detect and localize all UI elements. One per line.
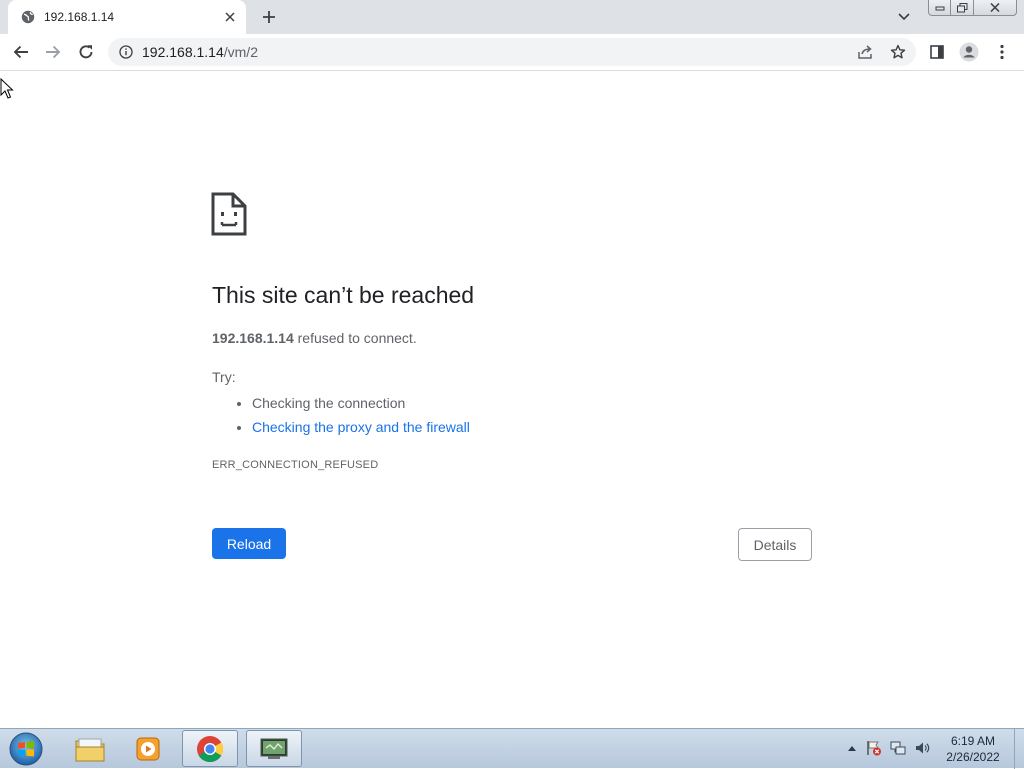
reload-icon[interactable] — [75, 41, 97, 63]
restore-icon[interactable] — [951, 0, 974, 16]
page-content: This site can’t be reached 192.168.1.14 … — [0, 71, 1024, 728]
volume-icon[interactable] — [914, 740, 930, 756]
profile-avatar-icon[interactable] — [958, 41, 980, 63]
error-heading: This site can’t be reached — [212, 282, 475, 308]
url-text: 192.168.1.14/vm/2 — [142, 44, 258, 60]
reload-button[interactable]: Reload — [212, 528, 286, 559]
tab-title: 192.168.1.14 — [44, 10, 115, 24]
close-window-icon[interactable] — [974, 0, 1017, 16]
try-label: Try: — [212, 369, 236, 385]
error-code: ERR_CONNECTION_REFUSED — [212, 459, 379, 471]
show-desktop-button[interactable] — [1014, 729, 1024, 769]
forward-arrow-icon[interactable] — [42, 41, 64, 63]
error-host: 192.168.1.14 — [212, 330, 294, 346]
back-arrow-icon[interactable] — [10, 41, 32, 63]
system-clock[interactable]: 6:19 AM 2/26/2022 — [936, 733, 1010, 765]
minimize-icon[interactable] — [928, 0, 951, 16]
window-controls — [928, 0, 1017, 17]
info-icon[interactable] — [119, 45, 133, 59]
url-path: /vm/2 — [223, 44, 258, 60]
suggestion-item: Checking the connection — [252, 391, 470, 415]
taskbar: 6:19 AM 2/26/2022 — [0, 728, 1024, 769]
browser-tab[interactable]: 192.168.1.14 — [8, 0, 246, 34]
details-button[interactable]: Details — [738, 528, 812, 561]
suggestion-item: Checking the proxy and the firewall — [252, 415, 470, 439]
clock-date: 2/26/2022 — [946, 750, 1000, 764]
suggestion-list: Checking the connection Checking the pro… — [212, 391, 470, 439]
sad-document-icon — [211, 192, 247, 236]
suggestion-check-connection: Checking the connection — [252, 395, 406, 411]
globe-icon — [21, 10, 35, 24]
chevron-up-icon[interactable] — [844, 740, 860, 756]
url-host: 192.168.1.14 — [142, 44, 224, 60]
file-explorer-icon[interactable] — [62, 730, 118, 767]
star-icon[interactable] — [889, 43, 907, 61]
tab-strip: 192.168.1.14 — [0, 0, 1024, 34]
chrome-taskbar-icon[interactable] — [182, 730, 238, 767]
clock-time: 6:19 AM — [950, 734, 996, 748]
chevron-down-icon[interactable] — [894, 7, 914, 27]
side-panel-icon[interactable] — [926, 41, 948, 63]
share-icon[interactable] — [856, 43, 874, 61]
error-desc-suffix: refused to connect. — [293, 330, 417, 346]
new-tab-icon[interactable] — [258, 6, 280, 28]
browser-toolbar: 192.168.1.14/vm/2 — [0, 34, 1024, 71]
media-player-icon[interactable] — [120, 730, 176, 767]
action-center-flag-icon[interactable] — [866, 740, 882, 756]
kebab-menu-icon[interactable] — [991, 41, 1013, 63]
close-tab-icon[interactable] — [222, 9, 238, 25]
mouse-cursor-icon — [0, 78, 14, 99]
vm-console-icon[interactable] — [246, 730, 302, 767]
error-description: 192.168.1.14 refused to connect. — [212, 330, 417, 346]
address-bar[interactable]: 192.168.1.14/vm/2 — [108, 38, 916, 66]
suggestion-proxy-firewall-link[interactable]: Checking the proxy and the firewall — [252, 419, 470, 435]
start-orb-icon[interactable] — [6, 731, 46, 767]
network-icon[interactable] — [890, 740, 906, 756]
